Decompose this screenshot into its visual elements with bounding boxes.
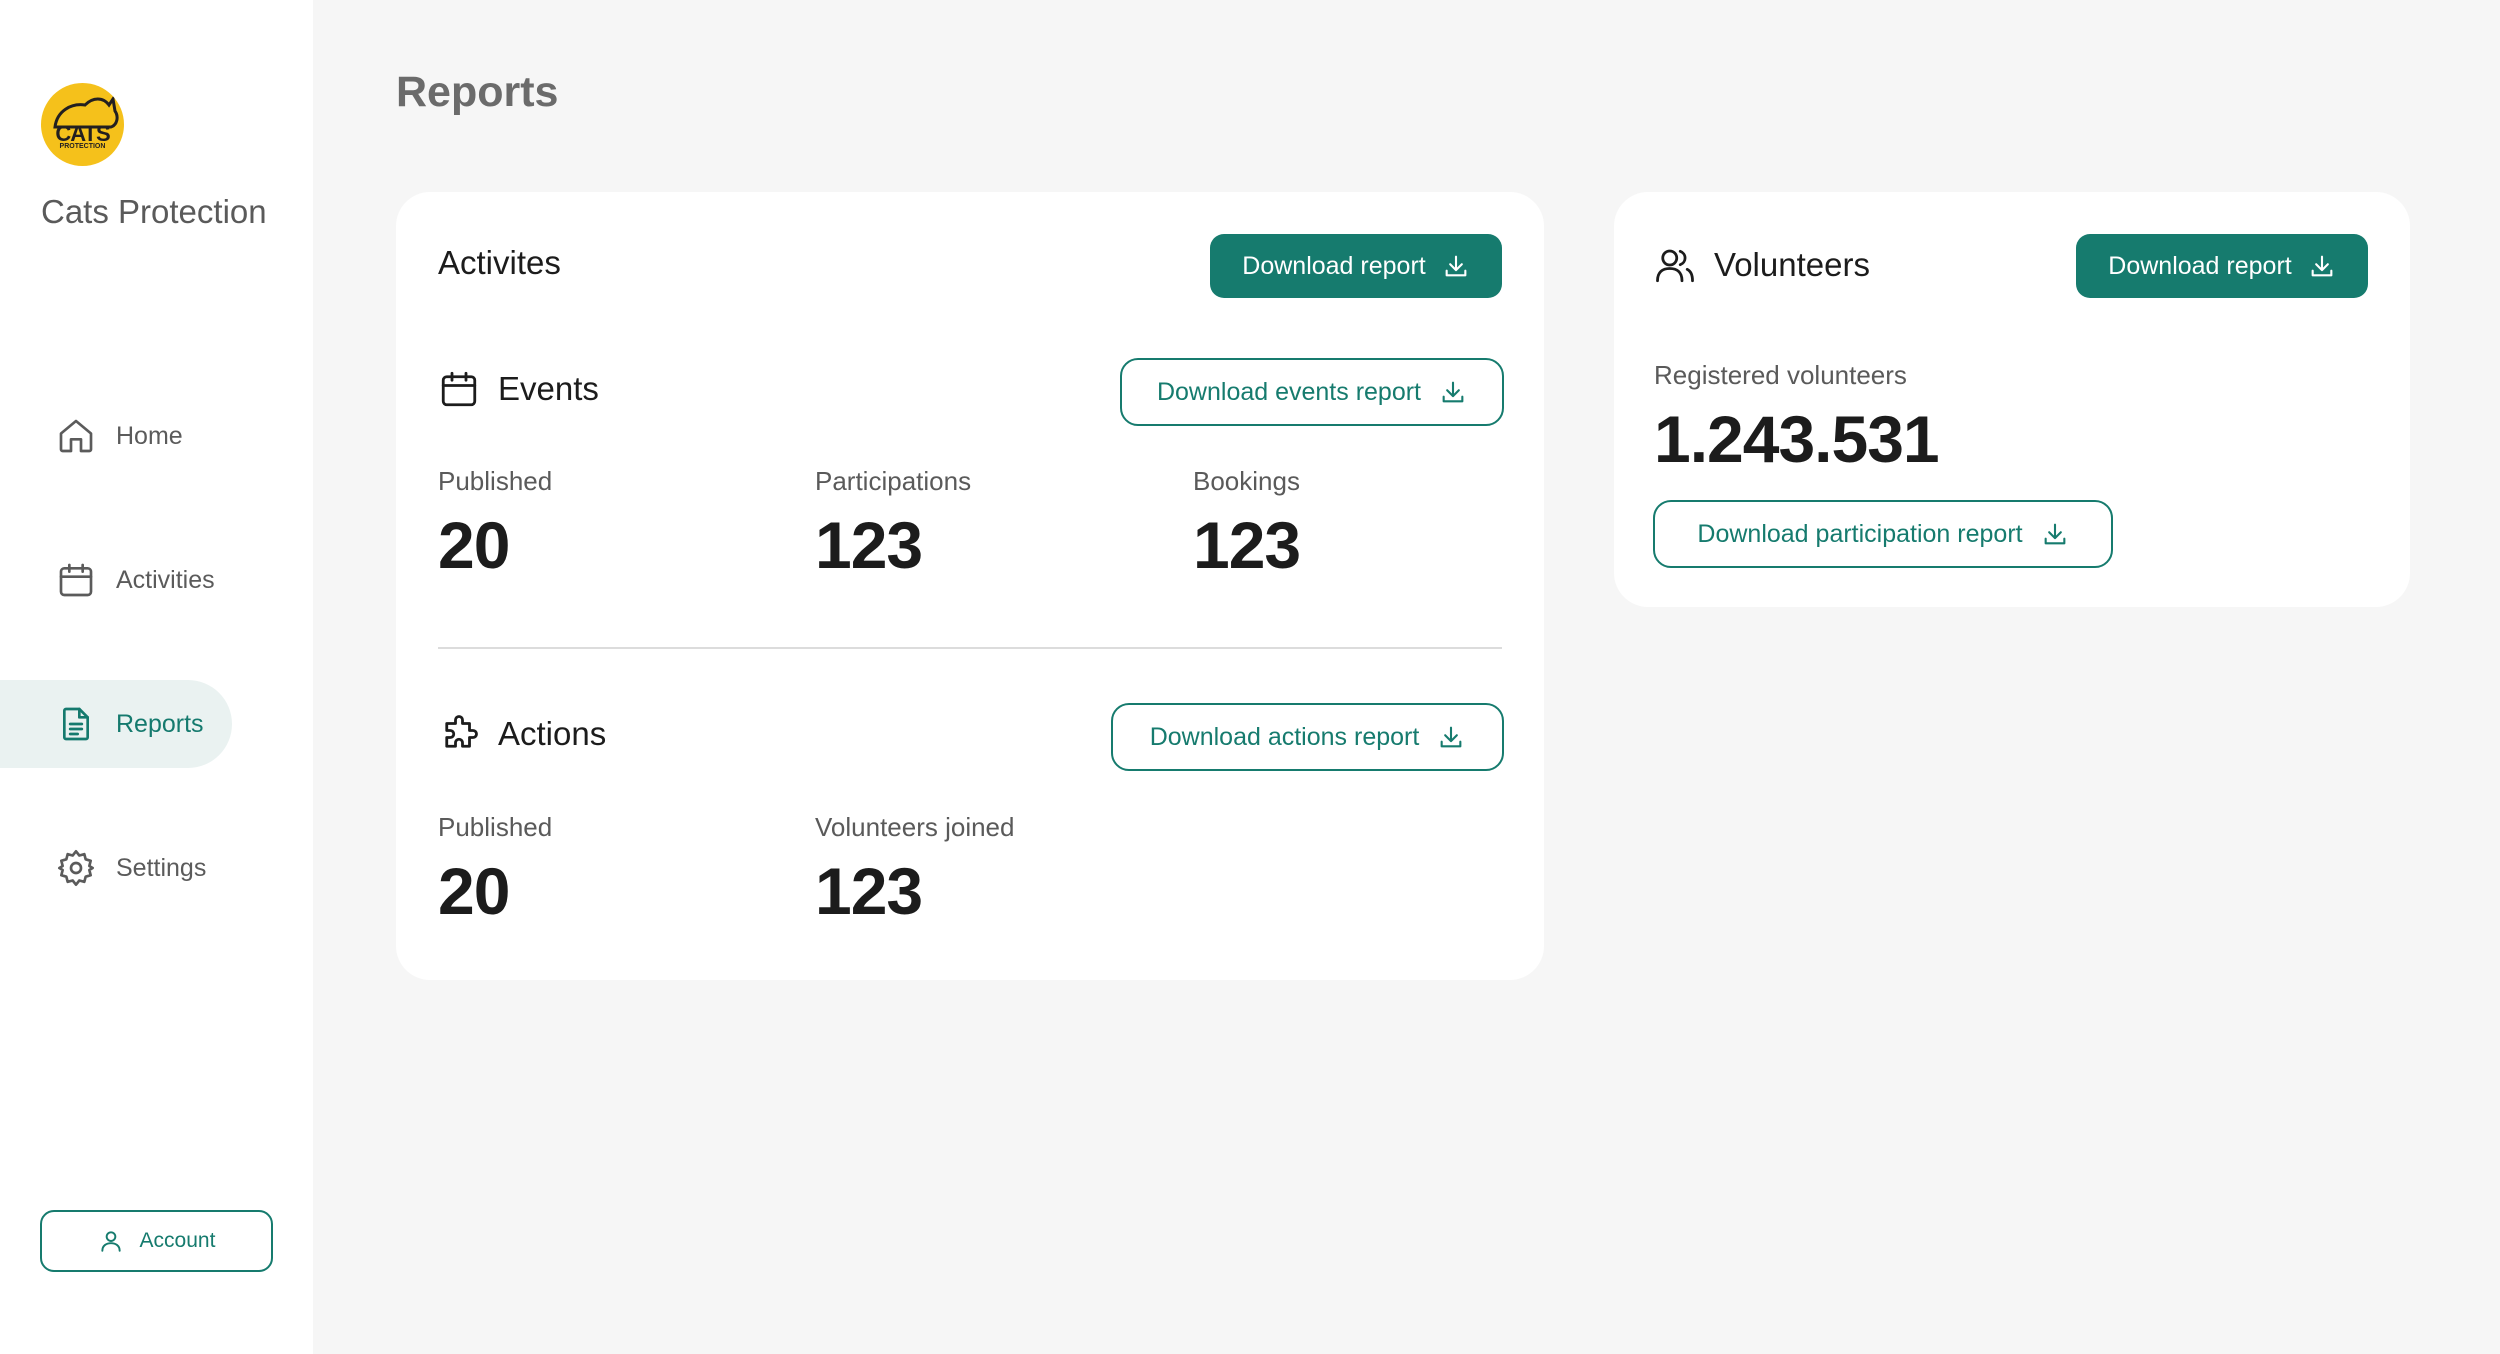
document-icon [62,707,89,741]
app: CATS PROTECTION Cats Protection Home Act… [0,0,2500,1354]
stat-value: 20 [438,854,510,928]
brand-name: Cats Protection [41,193,267,230]
actions-published-stat: Published 20 [438,812,552,929]
registered-volunteers-stat: Registered volunteers 1.243.531 [1654,360,1940,477]
download-actions-report-button[interactable]: Download actions report [1111,703,1504,771]
stat-label: Bookings [1193,466,1300,496]
cats-protection-logo[interactable]: CATS PROTECTION [41,83,124,166]
sidebar-item-home[interactable]: Home [0,392,232,480]
gear-icon [58,850,94,886]
sidebar-item-reports[interactable]: Reports [0,680,232,768]
activities-title: Activites [438,244,561,281]
stat-label: Registered volunteers [1654,360,1907,390]
actions-volunteers-joined-stat: Volunteers joined 123 [815,812,1014,929]
stat-label: Participations [815,466,972,496]
stat-value: 1.243.531 [1654,402,1940,476]
events-participations-stat: Participations 123 [815,466,971,583]
events-bookings-stat: Bookings 123 [1193,466,1301,583]
volunteers-card: Volunteers Download report Registered vo… [1614,192,2410,607]
sidebar-item-label: Home [116,421,183,450]
button-label: Download report [1242,251,1426,280]
puzzle-icon [445,715,478,748]
stat-label: Published [438,466,553,496]
actions-section-title: Actions [438,713,606,755]
events-published-stat: Published 20 [438,466,552,583]
stat-value: 123 [815,508,923,582]
events-title: Events [498,370,599,407]
download-participation-report-button[interactable]: Download participation report [1653,500,2113,568]
button-label: Download events report [1156,377,1422,406]
stat-label: Volunteers joined [815,812,1015,842]
download-icon [1445,255,1467,277]
volunteers-section-title: Volunteers [1654,244,1870,286]
volunteers-title: Volunteers [1714,246,1870,283]
stat-value: 20 [438,508,510,582]
stat-value: 123 [815,854,923,928]
download-icon [2044,523,2065,545]
sidebar: CATS PROTECTION Cats Protection Home Act… [0,0,313,1354]
users-icon [1656,249,1694,283]
download-volunteers-report-button[interactable]: Download report [2076,234,2368,298]
events-section-title: Events [438,368,599,410]
button-label: Download actions report [1149,722,1420,751]
page-title: Reports [396,68,559,116]
sidebar-item-label: Settings [116,853,207,882]
logo-subtext: PROTECTION [59,143,106,150]
download-icon [1440,726,1462,748]
download-events-report-button[interactable]: Download events report [1120,358,1504,426]
actions-title: Actions [498,715,607,752]
stat-label: Published [438,812,553,842]
sidebar-item-activities[interactable]: Activities [0,536,232,624]
calendar-icon [441,371,477,407]
user-icon [100,1231,121,1252]
button-label: Download participation report [1697,519,2023,548]
account-label: Account [139,1229,216,1252]
section-divider [438,647,1502,649]
stat-value: 123 [1193,508,1301,582]
calendar-icon [59,563,93,597]
button-label: Download report [2108,251,2292,280]
home-icon [59,419,93,453]
activities-card: Activites Download report Events Downloa… [396,192,1544,980]
account-button[interactable]: Account [40,1210,273,1272]
download-icon [1442,381,1464,403]
download-icon [2311,255,2333,277]
sidebar-item-label: Activities [116,565,215,594]
sidebar-item-label: Reports [116,709,204,738]
download-activities-report-button[interactable]: Download report [1210,234,1502,298]
sidebar-item-settings[interactable]: Settings [0,824,232,912]
